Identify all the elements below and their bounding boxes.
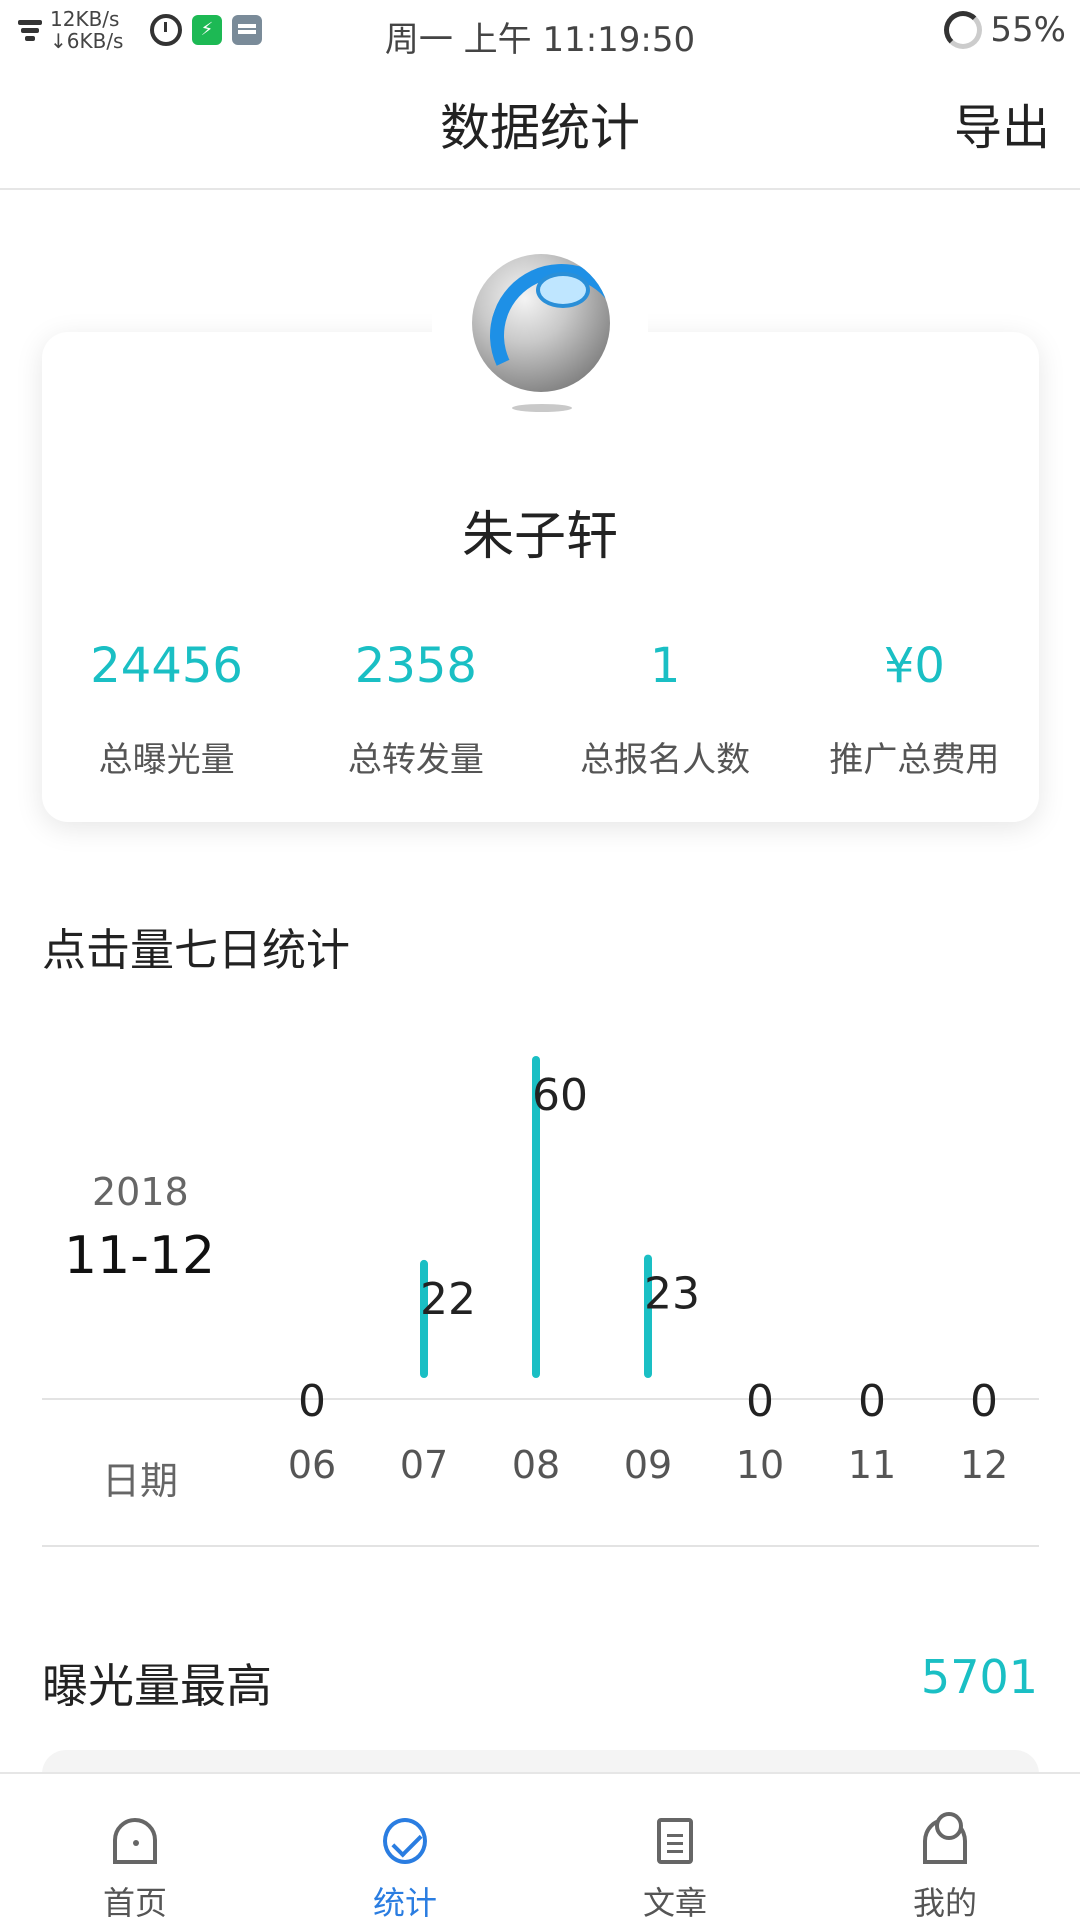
battery-icon [944, 11, 983, 49]
bottom-navigation: 首页 统计 文章 我的 [0, 1772, 1080, 1920]
section-divider [42, 1545, 1039, 1547]
nav-label: 文章 [642, 1884, 707, 1920]
status-time: 周一 上午 11:19:50 [384, 20, 696, 60]
stat-label: 总转发量 [347, 740, 484, 780]
user-name: 朱子轩 [461, 507, 618, 567]
app-screen: 12KB/s ↓6KB/s ⚡ 周一 上午 11:19:50 55% 数据统计 … [0, 0, 1080, 1920]
chart-tick-label: 12 [960, 1443, 1008, 1487]
chart-tick-label: 06 [288, 1443, 336, 1487]
chart-data-label: 23 [644, 1269, 700, 1320]
stats-icon [383, 1818, 427, 1864]
chart-tick-label: 07 [400, 1443, 448, 1487]
nav-item-home[interactable]: 首页 [0, 1774, 270, 1920]
export-button[interactable]: 导出 [954, 88, 1050, 158]
stat-value: 2358 [354, 638, 477, 694]
clicks-bar-chart: 0 06 22 07 60 08 23 09 0 10 0 11 0 12 [288, 1056, 1008, 1487]
stat-total-exposure: 24456 总曝光量 [42, 632, 291, 781]
chart-data-label: 0 [858, 1376, 886, 1427]
stat-value: ¥0 [883, 638, 945, 694]
chart-data-label: 22 [420, 1274, 476, 1325]
stat-total-shares: 2358 总转发量 [291, 632, 540, 781]
chart-data-label: 0 [298, 1376, 326, 1427]
nav-label: 统计 [372, 1884, 437, 1920]
chart-data-label: 0 [746, 1376, 774, 1427]
nav-label: 我的 [912, 1884, 977, 1920]
chart-tick-label: 10 [736, 1443, 784, 1487]
chart-tick-label: 11 [848, 1443, 896, 1487]
app-header: 数据统计 导出 [0, 70, 1080, 190]
page-title: 数据统计 [440, 99, 640, 157]
home-icon [113, 1818, 157, 1864]
chart-section-title: 点击量七日统计 [42, 925, 350, 976]
chart-tick-label: 09 [624, 1443, 672, 1487]
stat-value: 1 [649, 638, 681, 694]
profile-stats: 24456 总曝光量 2358 总转发量 1 总报名人数 ¥0 推广总费用 [42, 632, 1039, 781]
user-icon [923, 1812, 967, 1864]
highest-exposure-label: 曝光量最高 [42, 1659, 272, 1713]
highest-exposure-value: 5701 [920, 1650, 1038, 1704]
status-bar: 12KB/s ↓6KB/s ⚡ 周一 上午 11:19:50 55% [0, 0, 1080, 70]
chart-data-label: 0 [970, 1376, 998, 1427]
stat-label: 总报名人数 [580, 740, 751, 780]
nav-item-articles[interactable]: 文章 [540, 1774, 810, 1920]
stat-label: 推广总费用 [829, 740, 1000, 780]
battery-indicator: 55% [944, 10, 1066, 50]
chart-tick-label: 08 [512, 1443, 560, 1487]
nav-label: 首页 [102, 1884, 167, 1920]
stat-total-cost: ¥0 推广总费用 [790, 632, 1039, 781]
stat-value: 24456 [90, 638, 243, 694]
nav-item-me[interactable]: 我的 [810, 1774, 1080, 1920]
avatar[interactable] [472, 254, 610, 392]
stat-label: 总曝光量 [98, 740, 235, 780]
chart-data-label: 60 [532, 1070, 588, 1121]
avatar-shadow [512, 404, 572, 412]
battery-level: 55% [990, 10, 1066, 50]
nav-item-stats[interactable]: 统计 [270, 1774, 540, 1920]
document-icon [657, 1818, 693, 1864]
stat-total-signups: 1 总报名人数 [541, 632, 790, 781]
